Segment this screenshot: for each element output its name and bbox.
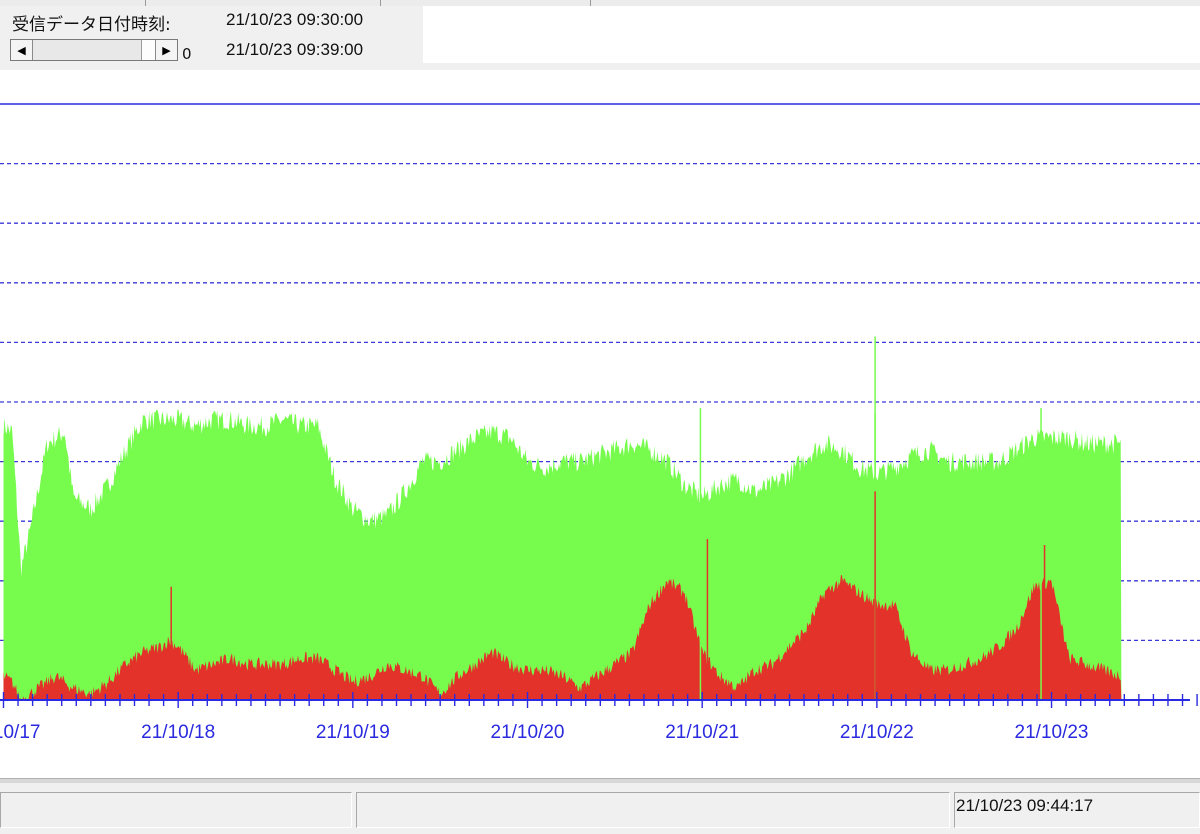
triangle-left-icon: ◀ [17, 43, 26, 57]
x-tick-label: 21/10/18 [141, 722, 215, 743]
x-tick-label: 21/10/19 [316, 722, 390, 743]
time-scrollbar[interactable]: ◀ ▶ [10, 39, 178, 61]
area-chart: 21/10/17 21/10/18 21/10/19 21/10/20 21/10/21… [0, 103, 1200, 743]
end-time: 21/10/23 09:39:00 [226, 40, 364, 59]
status-panel-2 [356, 792, 950, 828]
info-panel [423, 6, 1200, 63]
chart-area: 21/10/17 21/10/18 21/10/19 21/10/20 21/10/21… [0, 70, 1200, 778]
status-bar: 21/10/23 09:44:17 [0, 786, 1200, 834]
x-tick-label: 21/10/21 [665, 722, 739, 743]
status-time: 21/10/23 09:44:17 [956, 796, 1094, 815]
received-datetime-label: 受信データ日付時刻: [12, 15, 171, 35]
scroll-left-button[interactable]: ◀ [11, 40, 33, 60]
status-panel-1 [0, 792, 352, 828]
x-tick-label: 21/10/20 [491, 722, 565, 743]
start-time: 21/10/23 09:30:00 [226, 10, 364, 29]
x-tick-label: 21/10/17 [0, 722, 40, 743]
x-tick-label: 21/10/22 [840, 722, 914, 743]
scroll-right-button[interactable]: ▶ [155, 40, 177, 60]
triangle-right-icon: ▶ [162, 43, 171, 57]
x-tick-label: 21/10/23 [1015, 722, 1089, 743]
chart-bottom-border [0, 778, 1200, 783]
scroll-value: 0 [182, 45, 192, 63]
